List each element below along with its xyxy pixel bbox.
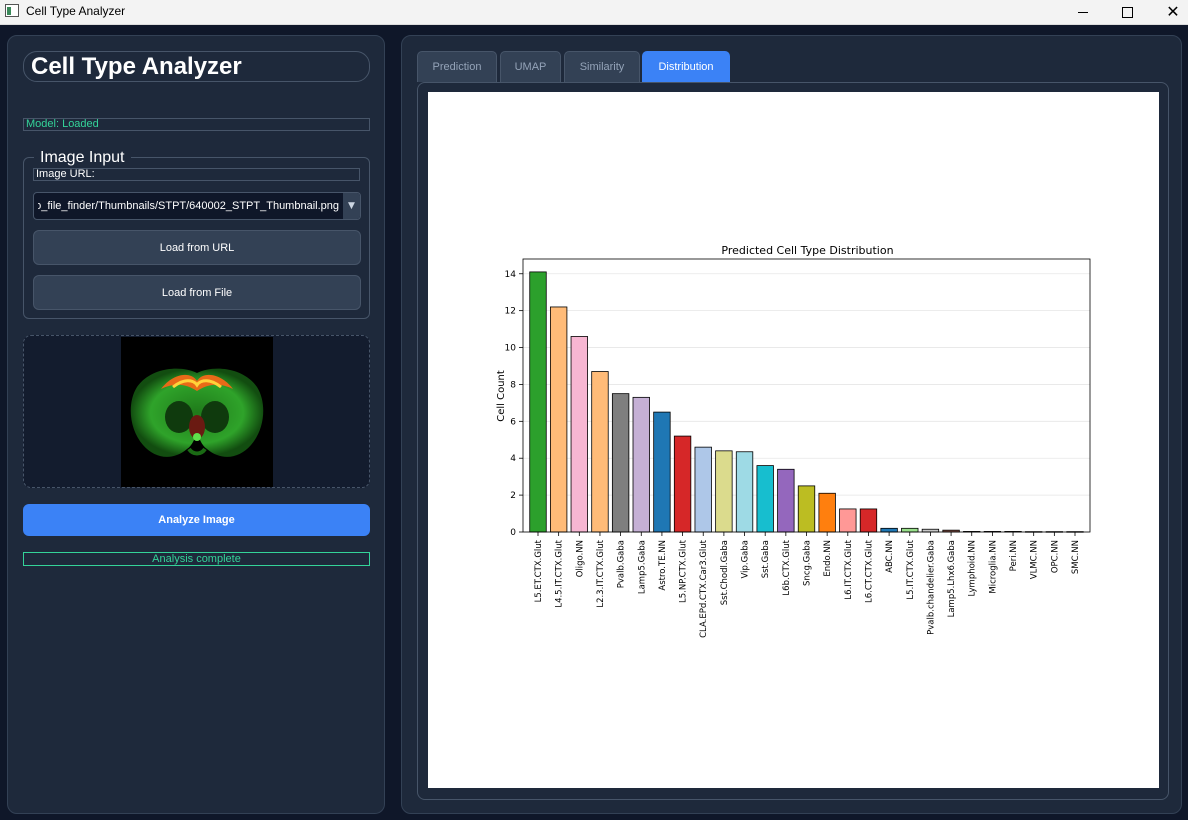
x-tick-label: L6.CT.CTX.Glut — [864, 539, 874, 603]
tab-umap[interactable]: UMAP — [500, 51, 561, 82]
load-from-file-button[interactable]: Load from File — [33, 275, 361, 310]
close-icon: ✕ — [1166, 2, 1180, 21]
x-tick-label: Lamp5.Lhx6.Gaba — [947, 540, 957, 617]
x-tick-label: Pvalb.chandelier.Gaba — [926, 540, 936, 635]
chart-bar — [921, 528, 940, 533]
x-tick-label: Pvalb.Gaba — [617, 540, 627, 588]
x-tick-label: Sst.Gaba — [761, 540, 771, 578]
tab-similarity[interactable]: Similarity — [564, 51, 640, 82]
x-tick-label: Lymphoid.NN — [968, 540, 978, 596]
x-tick-label: Vip.Gaba — [741, 540, 751, 579]
chart-bar — [901, 527, 919, 533]
chart-bar — [797, 485, 816, 533]
maximize-icon — [1121, 6, 1133, 18]
y-tick-label: 4 — [510, 454, 516, 464]
chart-bar — [570, 336, 588, 533]
x-tick-label: Sncg.Gaba — [803, 540, 813, 586]
y-tick-label: 0 — [510, 528, 516, 538]
chart-title: Predicted Cell Type Distribution — [721, 244, 893, 257]
x-tick-label: OPC.NN — [1050, 540, 1060, 573]
model-status-label: Model: Loaded — [23, 118, 370, 131]
x-tick-label: Astro.TE.NN — [658, 540, 668, 591]
x-tick-label: L5.ET.CTX.Glut — [534, 539, 544, 602]
chart-canvas: Predicted Cell Type Distribution Cell Co… — [428, 92, 1159, 788]
analysis-status-label: Analysis complete — [23, 552, 370, 566]
tab-prediction[interactable]: Prediction — [417, 51, 497, 82]
dropdown-arrow-icon[interactable]: ▼ — [343, 193, 360, 219]
image-input-group: Image Input Image URL: ▼ Load from URL L… — [23, 149, 370, 319]
close-button[interactable]: ✕ — [1150, 0, 1188, 24]
chart-bar — [715, 450, 733, 533]
image-url-label: Image URL: — [33, 168, 360, 181]
chart-bar — [591, 371, 609, 533]
chart-bar — [673, 435, 692, 533]
chart-bar — [756, 465, 774, 533]
brain-section-image — [121, 337, 273, 487]
y-tick-label: 6 — [510, 417, 516, 427]
chart-bar — [818, 492, 836, 533]
x-tick-label: L5.NP.CTX.Glut — [679, 539, 689, 603]
x-tick-label: Oligo.NN — [575, 540, 585, 577]
maximize-button[interactable] — [1104, 0, 1150, 24]
chart-bar — [694, 446, 712, 533]
control-panel: Cell Type Analyzer Model: Loaded Image I… — [7, 35, 385, 814]
x-tick-label: L2.3.IT.CTX.Glut — [596, 539, 606, 607]
x-tick-label: Endo.NN — [823, 540, 833, 577]
title-bar: Cell Type Analyzer ✕ — [0, 0, 1188, 25]
app-heading: Cell Type Analyzer — [23, 51, 370, 82]
chart-y-axis-label: Cell Count — [496, 370, 507, 422]
app-icon — [5, 4, 19, 17]
image-url-combobox[interactable]: ▼ — [33, 192, 361, 220]
image-preview — [23, 335, 370, 488]
distribution-chart: Predicted Cell Type Distribution Cell Co… — [496, 244, 1091, 638]
y-tick-label: 14 — [505, 270, 517, 280]
image-input-group-title: Image Input — [34, 149, 131, 167]
minimize-icon — [1078, 11, 1088, 13]
chart-bar — [777, 468, 795, 533]
x-tick-label: L5.IT.CTX.Glut — [906, 539, 916, 599]
load-from-url-button[interactable]: Load from URL — [33, 230, 361, 265]
chart-bar — [653, 411, 671, 533]
tab-distribution[interactable]: Distribution — [642, 51, 730, 82]
y-tick-label: 8 — [510, 380, 516, 390]
y-tick-label: 2 — [510, 491, 516, 501]
chart-bar — [859, 508, 878, 533]
x-tick-label: SMC.NN — [1071, 540, 1081, 574]
x-tick-label: Microglia.NN — [988, 540, 998, 594]
distribution-tab-pane: Predicted Cell Type Distribution Cell Co… — [417, 82, 1169, 800]
x-tick-label: L4.5.IT.CTX.Glut — [555, 539, 565, 607]
chart-bar — [549, 306, 568, 533]
y-tick-label: 12 — [505, 307, 516, 317]
y-tick-label: 10 — [505, 344, 517, 354]
image-url-input[interactable] — [34, 193, 339, 219]
chart-bar — [611, 393, 630, 533]
x-tick-label: L6.IT.CTX.Glut — [844, 539, 854, 599]
x-tick-label: ABC.NN — [885, 540, 895, 573]
chart-bar — [839, 508, 857, 533]
results-panel: Prediction UMAP Similarity Distribution … — [401, 35, 1182, 814]
chart-bar — [880, 527, 898, 533]
x-tick-label: CLA.EPd.CTX.Car3.Glut — [699, 539, 709, 638]
chart-bar — [735, 451, 754, 533]
analyze-image-button[interactable]: Analyze Image — [23, 504, 370, 536]
x-tick-label: Peri.NN — [1009, 540, 1019, 571]
chart-bar — [632, 396, 650, 533]
chart-bar — [529, 271, 547, 533]
x-tick-label: VLMC.NN — [1030, 540, 1040, 579]
x-tick-label: Sst.Chodl.Gaba — [720, 540, 730, 605]
minimize-button[interactable] — [1060, 0, 1106, 24]
window-title: Cell Type Analyzer — [26, 4, 126, 18]
x-tick-label: L6b.CTX.Glut — [782, 539, 792, 595]
x-tick-label: Lamp5.Gaba — [637, 540, 647, 594]
